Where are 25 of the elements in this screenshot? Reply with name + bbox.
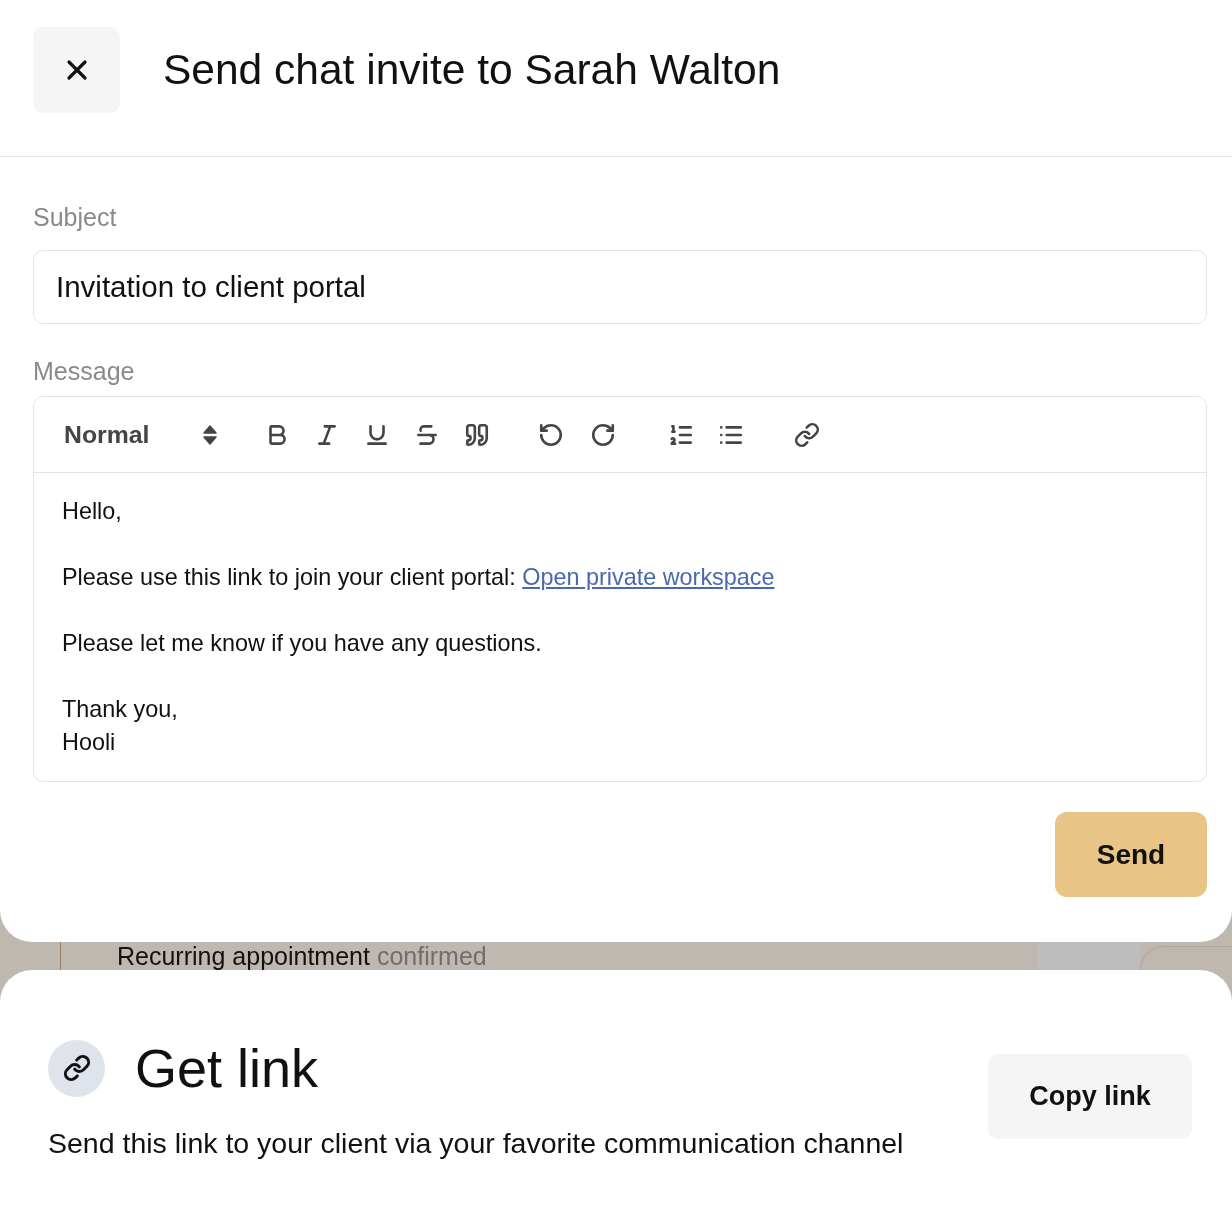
message-label: Message	[33, 357, 136, 385]
dialog-title: Send chat invite to Sarah Walton	[163, 46, 781, 94]
redo-icon	[590, 421, 616, 448]
format-select[interactable]: Normal	[64, 415, 217, 454]
send-button[interactable]: Send	[1055, 812, 1207, 897]
close-button[interactable]	[33, 27, 120, 113]
message-text: Hello,	[62, 497, 123, 526]
link-icon	[794, 421, 820, 448]
subject-label: Subject	[33, 203, 118, 231]
copy-link-button[interactable]: Copy link	[988, 1054, 1192, 1139]
get-link-description: Send this link to your client via your favorite communication channel	[48, 1126, 904, 1160]
message-editor[interactable]: Normal Hello, Please use this link to join your client portal: Open private workspace Please let me know if you have any questions. Thank you, Hooli	[33, 396, 1207, 782]
undo-icon	[538, 421, 564, 448]
workspace-link[interactable]: Open private workspace	[522, 564, 775, 590]
appointment-title: Recurring appointment	[117, 942, 370, 970]
get-link-title: Get link	[135, 1038, 319, 1098]
message-text: Hooli	[62, 728, 117, 757]
message-text: Thank you,	[62, 695, 179, 724]
subject-field[interactable]: Invitation to client portal	[33, 250, 1207, 324]
message-text: Please let me know if you have any questions.	[62, 629, 543, 658]
link-icon	[48, 1039, 105, 1097]
up-down-icon	[203, 424, 217, 445]
quote-icon	[464, 421, 490, 448]
message-text: Please use this link to join your client portal: Open private workspace	[62, 563, 776, 592]
appointment-status: confirmed	[376, 942, 487, 970]
